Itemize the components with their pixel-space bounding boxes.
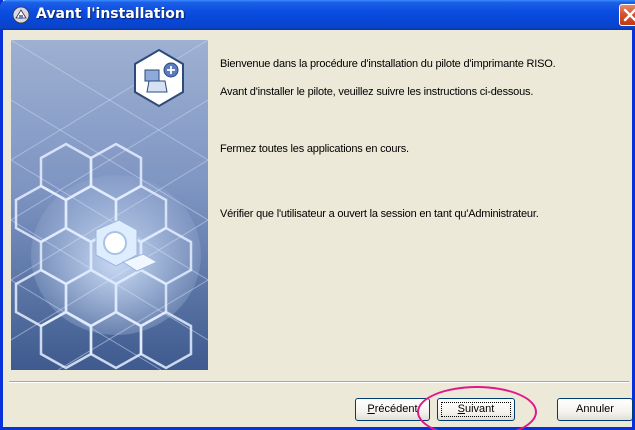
close-icon bbox=[623, 8, 635, 22]
highlight-ring bbox=[417, 386, 537, 430]
installer-icon bbox=[12, 6, 30, 24]
previous-label: récédent bbox=[374, 403, 418, 415]
installer-banner bbox=[11, 40, 208, 370]
cancel-button[interactable]: Annuler bbox=[557, 398, 633, 421]
close-apps-text: Fermez toutes les applications en cours. bbox=[220, 143, 409, 155]
admin-check-text: Vérifier que l'utilisateur a ouvert la s… bbox=[220, 208, 539, 220]
title-bar[interactable]: Avant l'installation bbox=[0, 0, 635, 30]
hexagon-pattern-image bbox=[11, 40, 208, 370]
close-button[interactable] bbox=[619, 4, 635, 26]
welcome-text: Bienvenue dans la procédure d'installati… bbox=[220, 58, 556, 70]
window-title: Avant l'installation bbox=[36, 6, 185, 22]
installer-dialog: Avant l'installation Bienvenue dans la p… bbox=[0, 0, 635, 430]
divider bbox=[9, 381, 629, 383]
previous-mnemonic: P bbox=[367, 403, 375, 415]
instructions-text: Avant d'installer le pilote, veuillez su… bbox=[220, 86, 534, 98]
